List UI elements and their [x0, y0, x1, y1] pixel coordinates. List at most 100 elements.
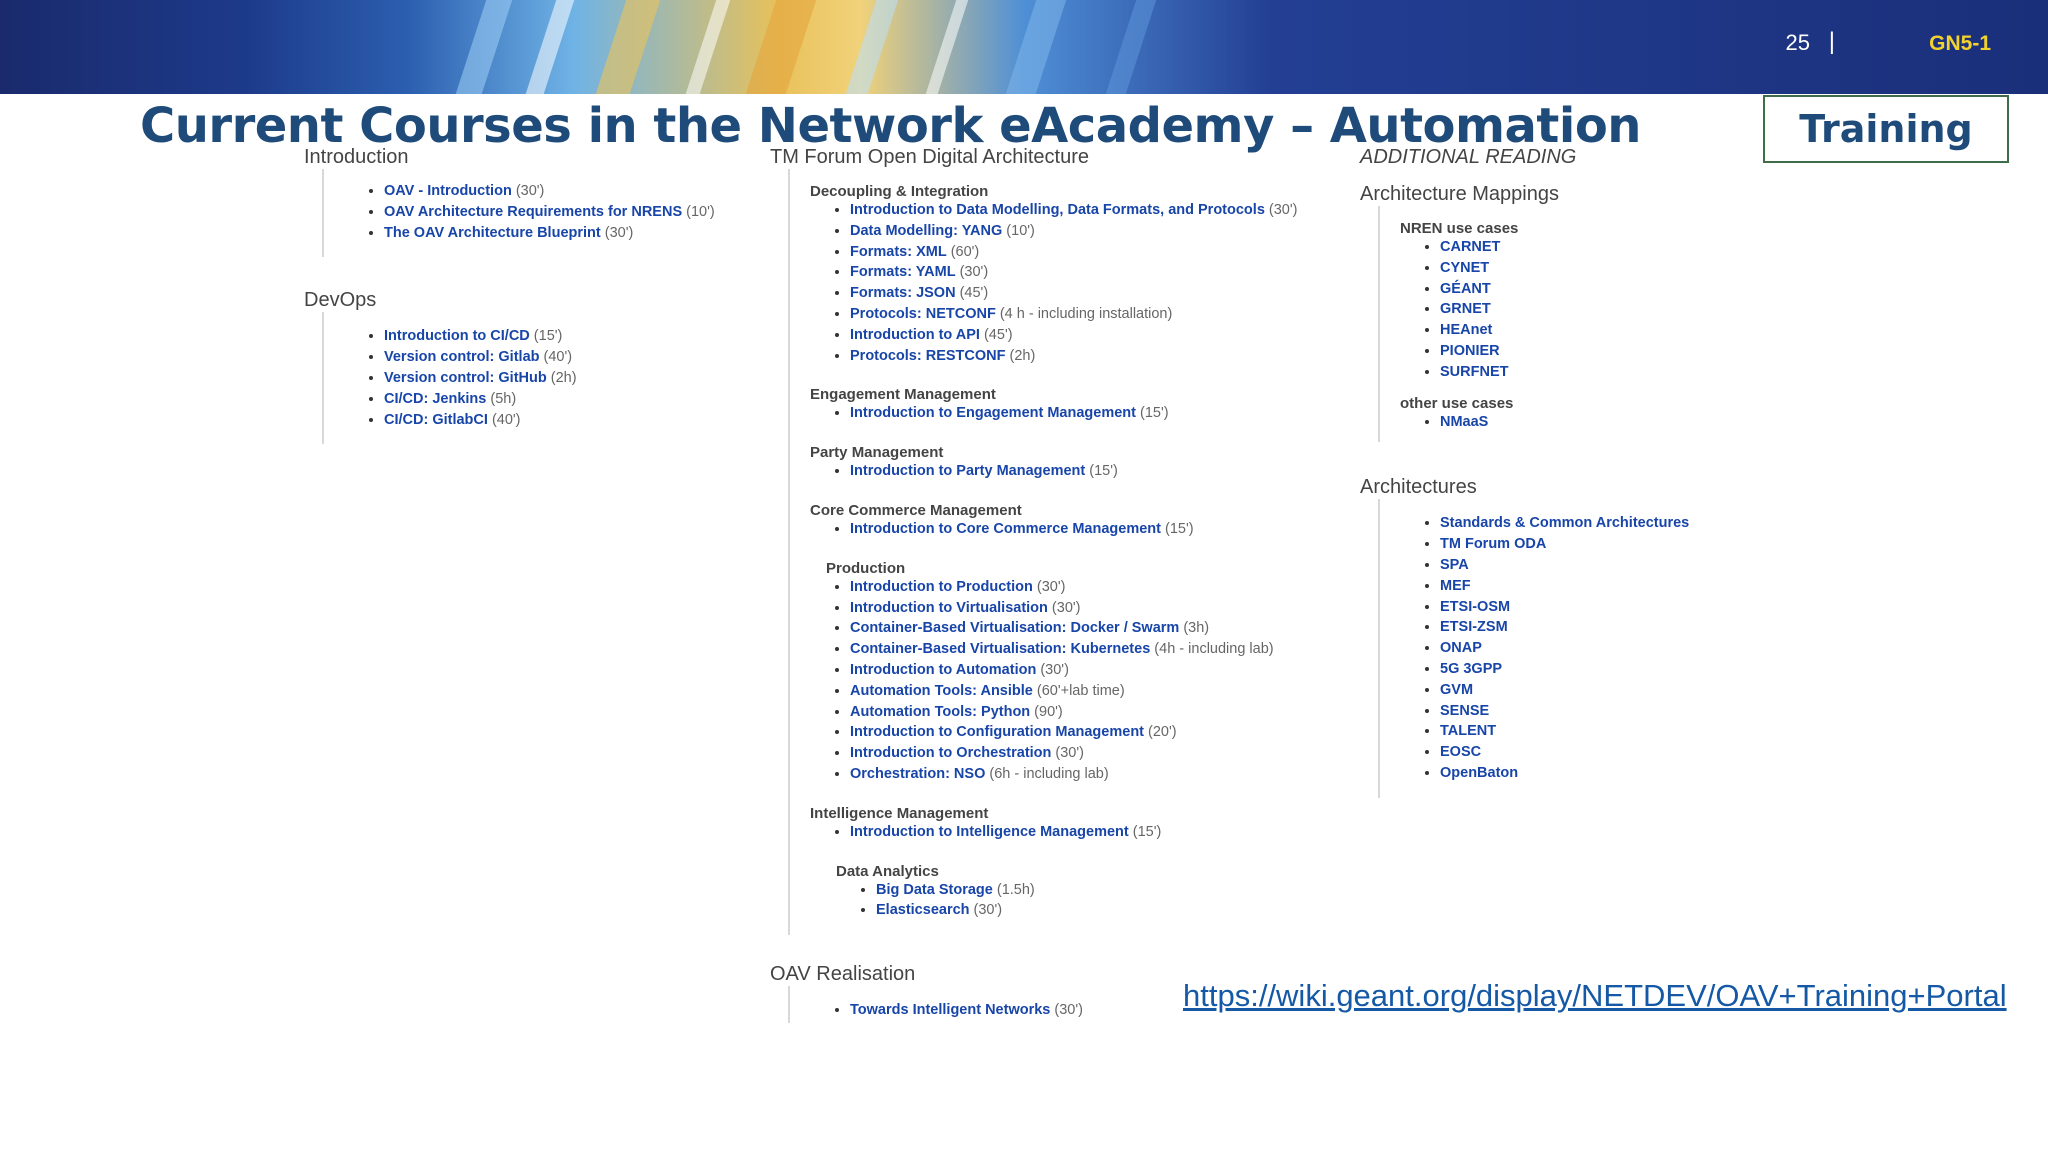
course-link[interactable]: TM Forum ODA [1440, 536, 1546, 552]
course-item: Container-Based Virtualisation: Kubernet… [850, 639, 1330, 660]
training-badge: Training [1763, 95, 2009, 163]
course-link[interactable]: CARNET [1440, 239, 1500, 255]
course-link[interactable]: Introduction to CI/CD [384, 328, 530, 344]
section-heading-introduction: Introduction [304, 146, 409, 168]
banner-ray [830, 0, 912, 94]
course-link[interactable]: CI/CD: Jenkins [384, 391, 486, 407]
course-item: Introduction to API (45') [850, 325, 1330, 346]
course-link[interactable]: Introduction to Party Management [850, 463, 1085, 479]
course-link[interactable]: Data Modelling: YANG [850, 223, 1002, 239]
course-link[interactable]: NMaaS [1440, 414, 1488, 430]
course-link[interactable]: HEAnet [1440, 322, 1492, 338]
course-duration: (30') [1051, 745, 1084, 762]
course-link[interactable]: Formats: XML [850, 244, 947, 260]
group-label: Core Commerce Management [810, 501, 1022, 519]
course-link[interactable]: Standards & Common Architectures [1440, 515, 1689, 531]
course-link[interactable]: Introduction to Engagement Management [850, 405, 1136, 421]
course-duration: (15') [1135, 405, 1169, 422]
course-item: OAV Architecture Requirements for NRENS … [384, 202, 784, 223]
course-link[interactable]: ETSI-ZSM [1440, 619, 1508, 635]
course-link[interactable]: The OAV Architecture Blueprint [384, 225, 601, 241]
training-portal-link[interactable]: https://wiki.geant.org/display/NETDEV/OA… [1183, 978, 2007, 1014]
course-item: Orchestration: NSO (6h - including lab) [850, 764, 1330, 785]
course-link[interactable]: GÉANT [1440, 281, 1491, 297]
course-link[interactable]: Introduction to API [850, 327, 980, 343]
course-link[interactable]: Container-Based Virtualisation: Docker /… [850, 620, 1179, 636]
course-item: ETSI-ZSM [1440, 617, 1780, 638]
header-banner: 25 | GN5-1 [0, 0, 2048, 94]
course-item: Formats: JSON (45') [850, 283, 1330, 304]
course-link[interactable]: Protocols: NETCONF [850, 306, 996, 322]
course-link[interactable]: 5G 3GPP [1440, 661, 1502, 677]
course-link[interactable]: Protocols: RESTCONF [850, 348, 1005, 364]
group-label: Decoupling & Integration [810, 183, 989, 200]
course-duration: (10') [1002, 222, 1035, 239]
column-introduction: Introduction OAV - Introduction (30')OAV… [304, 146, 784, 445]
course-duration: (60') [946, 243, 980, 260]
course-duration: (1.5h) [992, 881, 1035, 898]
course-link[interactable]: ETSI-OSM [1440, 599, 1510, 615]
course-duration: (5h) [486, 390, 517, 407]
course-link[interactable]: Introduction to Data Modelling, Data For… [850, 202, 1265, 218]
course-duration: (2h) [1005, 347, 1036, 364]
section-heading-devops: DevOps [304, 289, 377, 312]
course-link[interactable]: OpenBaton [1440, 765, 1518, 781]
course-link[interactable]: EOSC [1440, 744, 1481, 760]
course-link[interactable]: Version control: GitHub [384, 370, 547, 386]
course-duration: (30') [1050, 1002, 1083, 1019]
course-duration: (30') [1047, 599, 1081, 616]
course-link[interactable]: MEF [1440, 578, 1471, 594]
course-item: Automation Tools: Python (90') [850, 702, 1330, 723]
course-link[interactable]: Elasticsearch [876, 902, 970, 918]
course-link[interactable]: ONAP [1440, 640, 1482, 656]
course-item: ONAP [1440, 638, 1780, 659]
course-link[interactable]: OAV - Introduction [384, 183, 512, 199]
group-course-list: Introduction to Core Commerce Management… [800, 519, 1330, 540]
course-link[interactable]: OAV Architecture Requirements for NRENS [384, 204, 682, 220]
course-item: CI/CD: GitlabCI (40') [384, 410, 784, 431]
course-link[interactable]: Introduction to Production [850, 579, 1033, 595]
course-link[interactable]: Introduction to Intelligence Management [850, 824, 1129, 840]
course-item: Introduction to Production (30') [850, 577, 1330, 598]
course-link[interactable]: Towards Intelligent Networks [850, 1002, 1050, 1018]
column-tm-forum: TM Forum Open Digital Architecture Decou… [770, 146, 1330, 1023]
course-link[interactable]: Formats: JSON [850, 285, 956, 301]
course-link[interactable]: Big Data Storage [876, 882, 993, 898]
course-duration: (60'+lab time) [1032, 682, 1125, 699]
course-link[interactable]: Introduction to Orchestration [850, 745, 1051, 761]
banner-ray [990, 0, 1080, 94]
course-link[interactable]: Introduction to Automation [850, 662, 1036, 678]
group-label-nren: NREN use cases [1400, 220, 1519, 237]
course-link[interactable]: GVM [1440, 682, 1473, 698]
course-link[interactable]: Introduction to Virtualisation [850, 600, 1048, 616]
course-link[interactable]: Introduction to Configuration Management [850, 724, 1144, 740]
course-item: Introduction to Core Commerce Management… [850, 519, 1330, 540]
course-link[interactable]: GRNET [1440, 301, 1491, 317]
course-link[interactable]: CYNET [1440, 260, 1489, 276]
course-item: EOSC [1440, 742, 1780, 763]
course-link[interactable]: Container-Based Virtualisation: Kubernet… [850, 641, 1150, 657]
group-course-list: Introduction to Data Modelling, Data For… [800, 200, 1330, 366]
course-link[interactable]: SURFNET [1440, 364, 1508, 380]
course-item: NMaaS [1440, 412, 1780, 433]
course-link[interactable]: CI/CD: GitlabCI [384, 412, 488, 428]
devops-block: Introduction to CI/CD (15')Version contr… [322, 312, 784, 445]
course-item: Introduction to Engagement Management (1… [850, 403, 1330, 424]
course-link[interactable]: TALENT [1440, 723, 1496, 739]
banner-ray [580, 0, 674, 94]
course-link[interactable]: Formats: YAML [850, 264, 956, 280]
course-item: GÉANT [1440, 279, 1780, 300]
additional-reading-label: ADDITIONAL READING [1360, 146, 1577, 168]
course-link[interactable]: Introduction to Core Commerce Management [850, 521, 1161, 537]
course-link[interactable]: Automation Tools: Python [850, 704, 1030, 720]
course-item: ETSI-OSM [1440, 597, 1780, 618]
course-link[interactable]: PIONIER [1440, 343, 1500, 359]
course-link[interactable]: SPA [1440, 557, 1469, 573]
course-duration: (4 h - including installation) [995, 305, 1173, 322]
course-duration: (3h) [1179, 620, 1210, 637]
course-link[interactable]: Orchestration: NSO [850, 766, 985, 782]
course-link[interactable]: Automation Tools: Ansible [850, 683, 1033, 699]
course-link[interactable]: SENSE [1440, 703, 1489, 719]
tm-forum-block: Decoupling & Integration Introduction to … [788, 169, 1330, 936]
course-link[interactable]: Version control: Gitlab [384, 349, 540, 365]
